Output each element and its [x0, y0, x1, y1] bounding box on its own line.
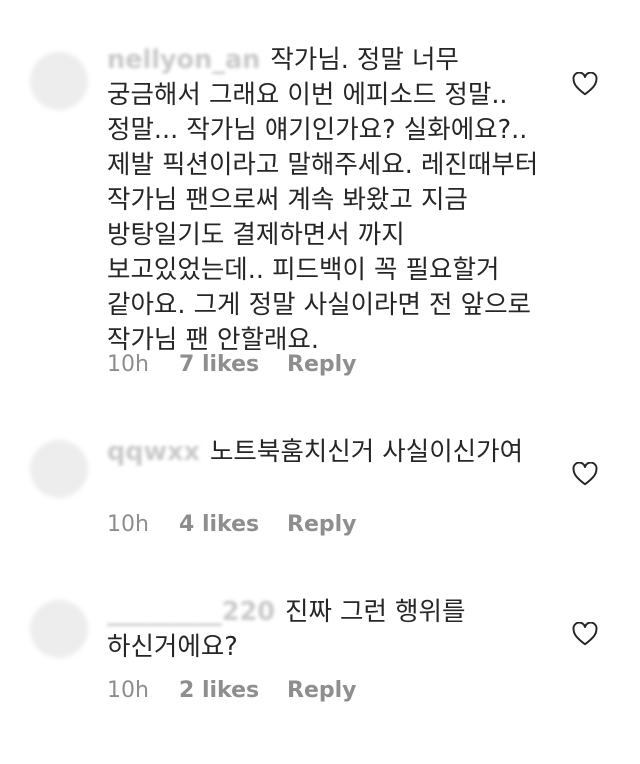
- comment-like-count[interactable]: 4 likes: [179, 512, 287, 537]
- comment-username[interactable]: _________220: [107, 597, 275, 627]
- comment-like-count[interactable]: 2 likes: [179, 678, 287, 703]
- heart-outline-icon[interactable]: [572, 462, 598, 486]
- comment-username[interactable]: nellyon_an: [107, 45, 260, 75]
- comment-username[interactable]: qqwxx: [107, 437, 200, 467]
- comment-timestamp: 10h: [107, 512, 149, 537]
- comment-text: 작가님. 정말 너무 궁금해서 그래요 이번 에피소드 정말..정말... 작가…: [107, 45, 539, 355]
- heart-outline-icon[interactable]: [572, 72, 598, 96]
- reply-button[interactable]: Reply: [287, 678, 357, 703]
- comment-timestamp: 10h: [107, 678, 149, 703]
- avatar[interactable]: [30, 600, 88, 658]
- comment-body: _________220 진짜 그런 행위를 하신거에요?: [107, 595, 539, 665]
- comment-text: 노트북훔치신거 사실이신가여: [209, 437, 524, 467]
- comment-meta: 10h 7 likes Reply: [107, 352, 357, 377]
- reply-button[interactable]: Reply: [287, 352, 357, 377]
- avatar[interactable]: [30, 440, 88, 498]
- reply-button[interactable]: Reply: [287, 512, 357, 537]
- heart-outline-icon[interactable]: [572, 622, 598, 646]
- comment-like-count[interactable]: 7 likes: [179, 352, 287, 377]
- comment-timestamp: 10h: [107, 352, 149, 377]
- avatar[interactable]: [30, 52, 88, 110]
- comment-meta: 10h 2 likes Reply: [107, 678, 357, 703]
- comment-body: qqwxx 노트북훔치신거 사실이신가여: [107, 435, 539, 470]
- comment-meta: 10h 4 likes Reply: [107, 512, 357, 537]
- comment-body: nellyon_an 작가님. 정말 너무 궁금해서 그래요 이번 에피소드 정말…: [107, 43, 539, 358]
